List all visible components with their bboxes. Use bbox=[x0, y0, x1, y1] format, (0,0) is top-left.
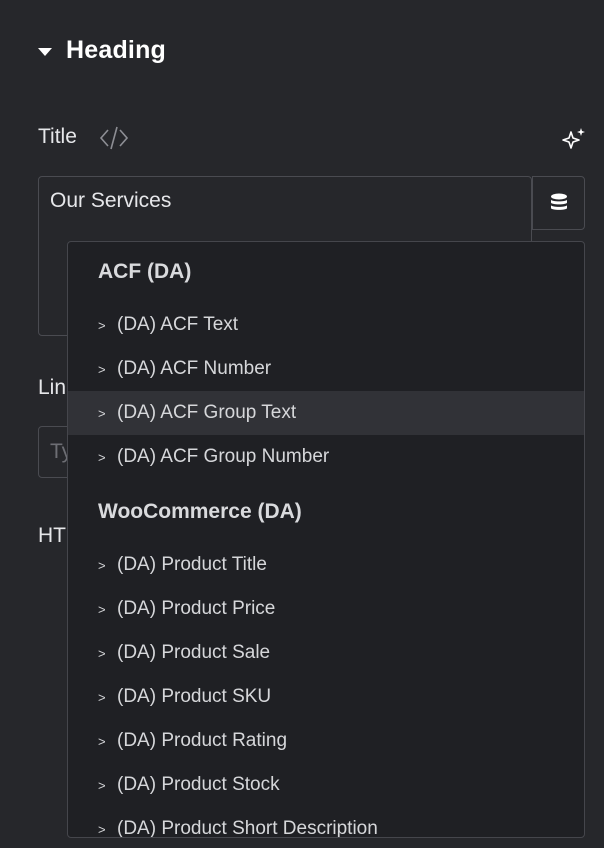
dropdown-item[interactable]: > (DA) Product Price bbox=[68, 587, 584, 631]
code-icon[interactable] bbox=[98, 124, 130, 152]
dropdown-item[interactable]: > (DA) Product SKU bbox=[68, 675, 584, 719]
chevron-right-icon: > bbox=[98, 733, 106, 749]
chevron-right-icon: > bbox=[98, 405, 106, 421]
item-label: (DA) ACF Number bbox=[117, 358, 272, 379]
item-label: (DA) Product Title bbox=[117, 554, 267, 575]
item-label: (DA) Product Stock bbox=[117, 774, 280, 795]
caret-down-icon bbox=[38, 47, 52, 56]
chevron-right-icon: > bbox=[98, 689, 106, 705]
item-label: (DA) ACF Group Text bbox=[117, 402, 297, 423]
group-title-acf: ACF (DA) bbox=[98, 260, 192, 283]
chevron-right-icon: > bbox=[98, 449, 106, 465]
dropdown-item[interactable]: > (DA) ACF Number bbox=[68, 347, 584, 391]
heading-settings-panel: Heading Title Our Services Link Type or … bbox=[0, 0, 604, 848]
title-label: Title bbox=[38, 125, 77, 148]
chevron-right-icon: > bbox=[98, 777, 106, 793]
dropdown-item[interactable]: > (DA) Product Stock bbox=[68, 763, 584, 807]
dynamic-tags-dropdown: ACF (DA) > (DA) ACF Text > (DA) ACF Numb… bbox=[67, 241, 585, 838]
dropdown-item[interactable]: > (DA) ACF Text bbox=[68, 303, 584, 347]
item-label: (DA) Product Short Description bbox=[117, 818, 378, 838]
section-title: Heading bbox=[66, 36, 167, 64]
chevron-right-icon: > bbox=[98, 821, 106, 837]
section-toggle[interactable]: Heading bbox=[38, 36, 166, 65]
dropdown-item[interactable]: > (DA) Product Sale bbox=[68, 631, 584, 675]
dropdown-item[interactable]: > (DA) ACF Group Number bbox=[68, 435, 584, 479]
dropdown-item[interactable]: > (DA) Product Title bbox=[68, 543, 584, 587]
dropdown-item[interactable]: > (DA) Product Rating bbox=[68, 719, 584, 763]
chevron-right-icon: > bbox=[98, 601, 106, 617]
dynamic-tags-button[interactable] bbox=[532, 176, 585, 230]
item-label: (DA) ACF Group Number bbox=[117, 446, 330, 467]
item-label: (DA) Product Price bbox=[117, 598, 276, 619]
dropdown-item[interactable]: > (DA) ACF Group Text bbox=[68, 391, 584, 435]
ai-sparkle-icon[interactable] bbox=[561, 126, 587, 152]
chevron-right-icon: > bbox=[98, 317, 106, 333]
item-label: (DA) Product SKU bbox=[117, 686, 272, 707]
group-title-woocommerce: WooCommerce (DA) bbox=[98, 500, 302, 523]
item-label: (DA) ACF Text bbox=[117, 314, 239, 335]
chevron-right-icon: > bbox=[98, 645, 106, 661]
item-label: (DA) Product Rating bbox=[117, 730, 288, 751]
database-icon bbox=[550, 193, 567, 210]
dropdown-item[interactable]: > (DA) Product Short Description bbox=[68, 807, 584, 838]
chevron-right-icon: > bbox=[98, 361, 106, 377]
chevron-right-icon: > bbox=[98, 557, 106, 573]
item-label: (DA) Product Sale bbox=[117, 642, 271, 663]
